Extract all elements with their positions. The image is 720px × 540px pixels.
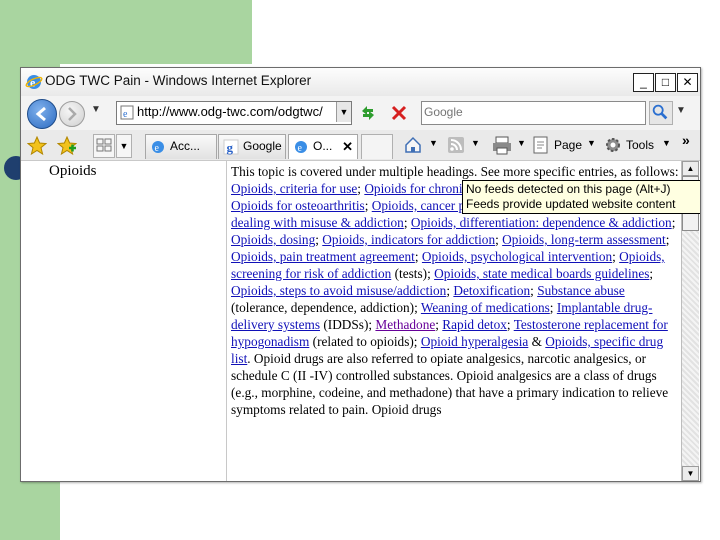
refresh-icon[interactable] xyxy=(358,103,378,123)
recent-pages-dropdown[interactable]: ▼ xyxy=(91,104,101,115)
topic-link[interactable]: Opioid hyperalgesia xyxy=(421,334,528,349)
topic-link[interactable]: Opioids, indicators for addiction xyxy=(322,232,495,247)
minimize-button[interactable]: _ xyxy=(633,73,654,92)
close-button[interactable]: ✕ xyxy=(677,73,698,92)
ie-window: e ODG TWC Pain - Windows Internet Explor… xyxy=(20,67,701,482)
ie-page-icon: e xyxy=(295,141,307,154)
address-bar[interactable]: e http://www.odg-twc.com/odgtwc/ ▼ xyxy=(116,101,352,125)
body-text-run: ; xyxy=(671,215,676,230)
tooltip-line: No feeds detected on this page (Alt+J) xyxy=(466,182,671,196)
ie-page-icon: e xyxy=(120,105,134,120)
home-dropdown[interactable]: ▼ xyxy=(429,138,438,148)
body-text-run: ; xyxy=(506,317,514,332)
close-tab-icon[interactable]: ✕ xyxy=(342,139,353,155)
arrow-left-icon xyxy=(35,106,46,122)
tab-label: Google xyxy=(243,139,282,153)
body-text-run: ; xyxy=(665,232,670,247)
address-dropdown[interactable]: ▼ xyxy=(336,102,351,122)
print-dropdown[interactable]: ▼ xyxy=(517,138,526,148)
topic-link[interactable]: Opioids, dosing xyxy=(231,232,315,247)
gear-icon xyxy=(606,138,620,152)
navigation-bar: ▼ e http://www.odg-twc.com/odgtwc/ ▼ ▼ xyxy=(21,96,700,130)
title-bar: e ODG TWC Pain - Windows Internet Explor… xyxy=(21,68,700,97)
toolbar-overflow-chevron[interactable]: » xyxy=(682,132,690,148)
feeds-tooltip: No feeds detected on this page (Alt+J) F… xyxy=(462,180,700,214)
print-icon[interactable] xyxy=(491,135,513,155)
topic-link[interactable]: Opioids, steps to avoid misuse/addiction xyxy=(231,283,446,298)
topic-link[interactable]: Opioids for osteoarthritis xyxy=(231,198,365,213)
svg-text:g: g xyxy=(227,140,234,155)
ie-page-icon: e xyxy=(152,141,164,154)
search-button[interactable] xyxy=(649,101,673,125)
url-text[interactable]: http://www.odg-twc.com/odgtwc/ xyxy=(137,104,333,119)
left-column: Opioids xyxy=(21,161,227,481)
scroll-up-button[interactable]: ▲ xyxy=(682,161,699,176)
search-input[interactable] xyxy=(424,104,638,120)
tab-google[interactable]: g Google xyxy=(218,134,286,159)
tab-label: O... xyxy=(313,139,333,153)
magnifier-icon xyxy=(652,104,668,120)
body-text-run: This topic is covered under multiple hea… xyxy=(231,164,679,179)
tab-list-dropdown[interactable]: ▼ xyxy=(116,134,132,158)
topic-link[interactable]: Opioids, pain treatment agreement xyxy=(231,249,415,264)
topic-link[interactable]: Substance abuse xyxy=(537,283,625,298)
body-text-run: (tolerance, dependence, addiction); xyxy=(231,300,421,315)
home-icon[interactable] xyxy=(403,135,423,155)
topic-heading: Opioids xyxy=(49,163,97,179)
tools-menu-dropdown[interactable]: ▼ xyxy=(662,138,671,148)
forward-button[interactable] xyxy=(59,101,85,127)
body-text-run: . Opioid drugs are also referred to opia… xyxy=(231,351,669,417)
body-text-run: ; xyxy=(414,249,422,264)
feeds-dropdown[interactable]: ▼ xyxy=(471,138,480,148)
new-tab-button[interactable] xyxy=(361,134,393,159)
topic-link[interactable]: Detoxification xyxy=(453,283,530,298)
tab-label: Acc... xyxy=(170,139,201,153)
feeds-icon[interactable] xyxy=(447,136,465,154)
page-menu-dropdown[interactable]: ▼ xyxy=(587,138,596,148)
topic-link[interactable]: Opioids, psychological intervention xyxy=(422,249,612,264)
page-menu[interactable]: Page xyxy=(554,138,582,152)
window-title: ODG TWC Pain - Windows Internet Explorer xyxy=(45,73,312,88)
quick-tabs-button[interactable] xyxy=(93,134,115,158)
add-favorite-icon[interactable] xyxy=(57,136,77,156)
tooltip-line: Feeds provide updated website content xyxy=(466,197,676,211)
body-text-run: (tests); xyxy=(391,266,435,281)
body-text-run: ; xyxy=(649,266,654,281)
topic-link[interactable]: Rapid detox xyxy=(442,317,507,332)
body-text-run: ; xyxy=(403,215,411,230)
tab-acc[interactable]: e Acc... xyxy=(145,134,217,159)
tools-menu[interactable]: Tools xyxy=(626,138,654,152)
svg-text:e: e xyxy=(155,143,160,154)
body-text-run: (IDDSs); xyxy=(320,317,376,332)
topic-link[interactable]: Opioids, long-term assessment xyxy=(502,232,666,247)
topic-link[interactable]: Opioids, differentiation: dependence & a… xyxy=(411,215,672,230)
tab-odg-active[interactable]: e O... ✕ xyxy=(288,134,358,159)
slide-green-top-block xyxy=(60,0,252,64)
search-options-dropdown[interactable]: ▼ xyxy=(676,105,686,116)
body-text-run: & xyxy=(528,334,546,349)
ie-logo-icon: e xyxy=(25,75,43,90)
stop-icon[interactable] xyxy=(389,103,409,123)
back-button[interactable] xyxy=(27,99,57,129)
scroll-down-button[interactable]: ▼ xyxy=(682,466,699,481)
search-box[interactable] xyxy=(421,101,646,125)
topic-link[interactable]: Opioids, criteria for use xyxy=(231,181,357,196)
svg-text:e: e xyxy=(298,143,303,154)
topic-link[interactable]: Methadone xyxy=(375,317,435,332)
quick-tabs-icon xyxy=(96,138,112,152)
topic-link[interactable]: Weaning of medications xyxy=(421,300,550,315)
body-text-run: ; xyxy=(549,300,557,315)
topic-link[interactable]: Opioids, state medical boards guidelines xyxy=(434,266,649,281)
body-text-run: (related to opioids); xyxy=(309,334,421,349)
page-icon xyxy=(533,136,548,154)
tab-toolbar: ▼ e Acc... g Google e O... ✕ ▼ ▼ ▼ Page … xyxy=(21,130,700,161)
svg-text:e: e xyxy=(123,109,128,120)
body-text-run: ; xyxy=(364,198,372,213)
arrow-right-icon xyxy=(68,107,77,121)
favorites-star-icon[interactable] xyxy=(27,136,47,156)
maximize-button[interactable]: □ xyxy=(655,73,676,92)
google-icon: g xyxy=(223,139,239,155)
